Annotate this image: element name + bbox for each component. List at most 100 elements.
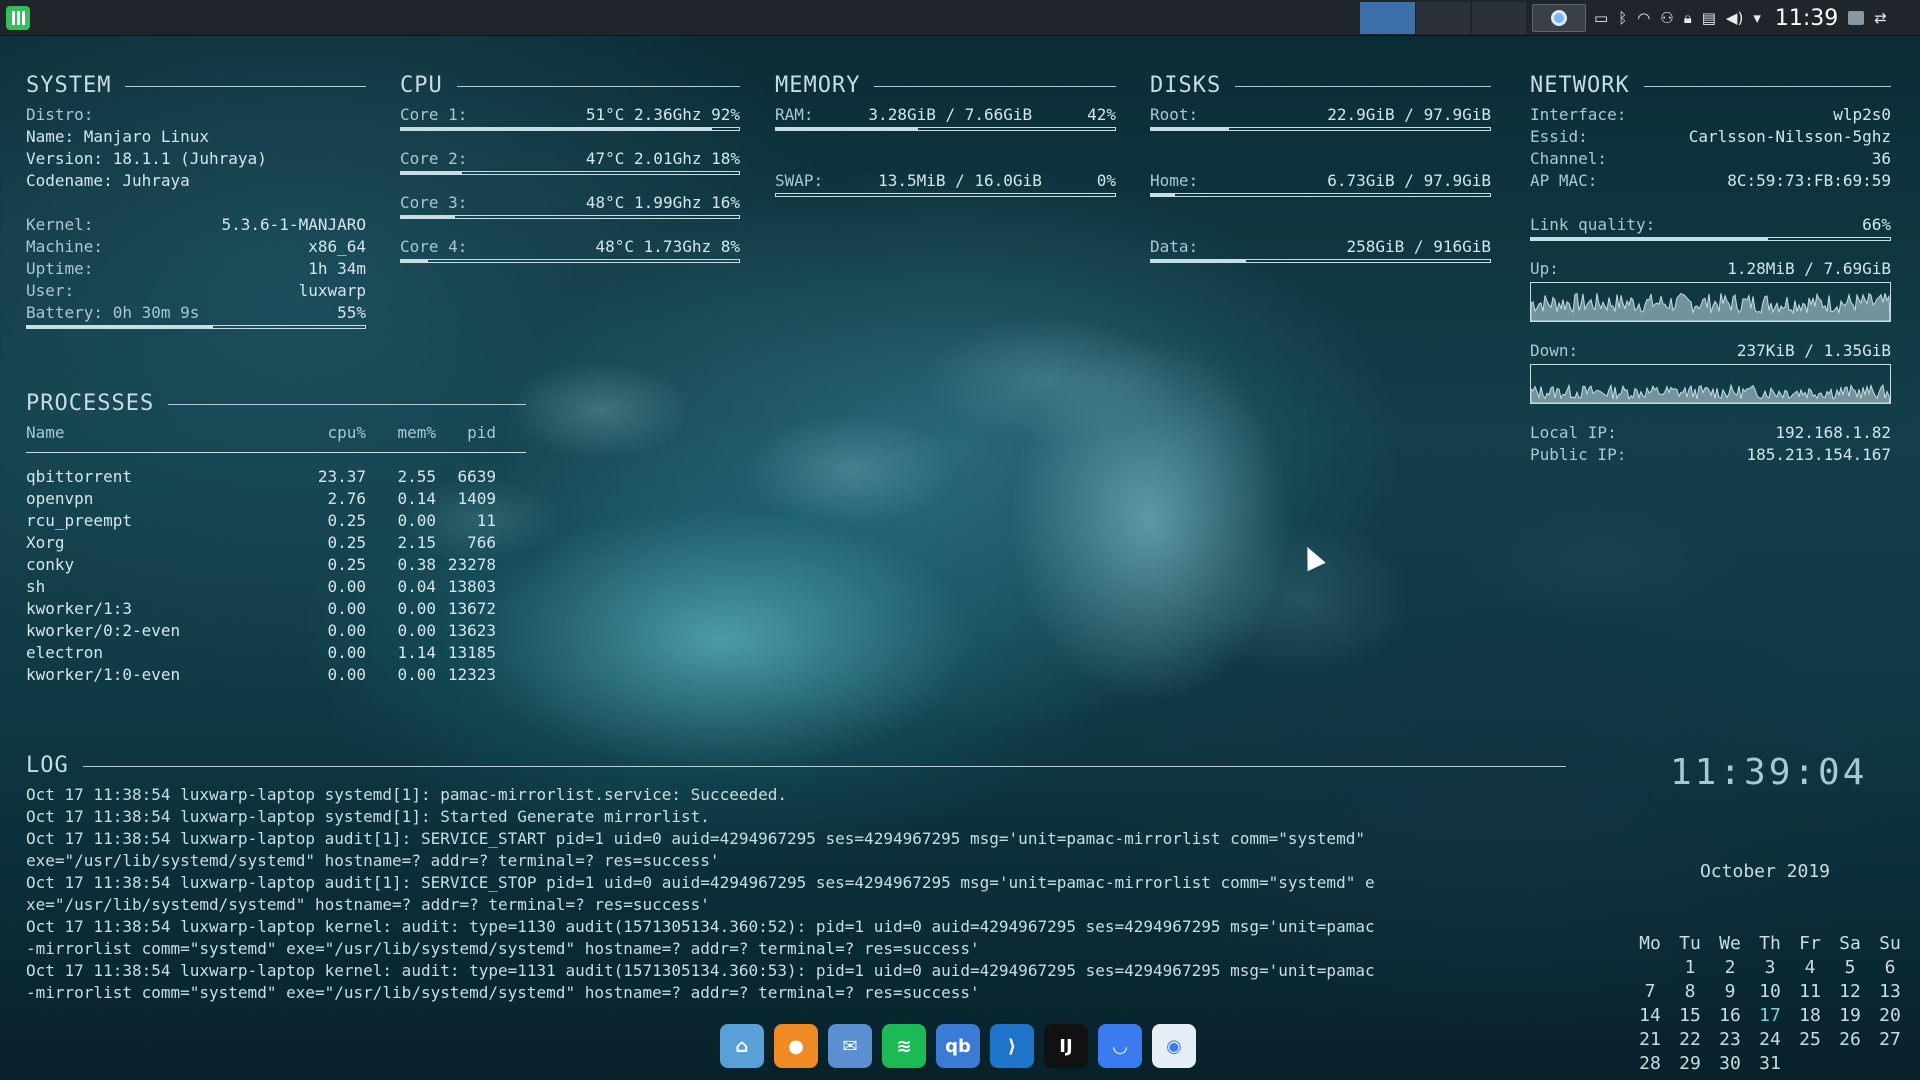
process-name: conky (26, 555, 75, 574)
desktop-2[interactable] (1416, 2, 1472, 34)
link-quality-value: 66% (1862, 215, 1891, 234)
process-row: rcu_preempt 0.25 0.00 11 (26, 510, 526, 532)
disk-bar (1150, 193, 1491, 197)
cpu-core-label: Core 2: (400, 149, 468, 168)
calendar-day: 28 (1639, 1053, 1661, 1074)
calendar-day: 1 (1684, 957, 1696, 978)
log-line: Oct 17 11:38:54 luxwarp-laptop audit[1]:… (26, 829, 1365, 848)
weekday-label: Su (1879, 933, 1901, 954)
section-title: CPU (400, 73, 443, 98)
link-quality-bar (1530, 237, 1891, 241)
calendar-day: 10 (1759, 981, 1781, 1002)
calendar-day: 2 (1724, 957, 1736, 978)
log-line: exe="/usr/lib/systemd/systemd" hostname=… (26, 851, 720, 870)
disk-label: Data: (1150, 237, 1199, 256)
calendar-day: 20 (1879, 1005, 1901, 1026)
expand-icon[interactable]: ▾ (1753, 9, 1761, 27)
process-pid: 13185 (447, 643, 496, 662)
section-title: DISKS (1150, 73, 1222, 98)
process-mem: 0.38 (397, 555, 436, 574)
col-cpu-header: cpu% (327, 423, 366, 442)
process-cpu: 23.37 (317, 467, 366, 486)
process-mem: 0.00 (397, 511, 436, 530)
uptime-label: Uptime: (26, 259, 94, 278)
calendar-day: 26 (1839, 1029, 1861, 1050)
download-value: 237KiB / 1.35GiB (1736, 341, 1891, 360)
disk-label: Root: (1150, 105, 1199, 124)
lock-icon[interactable]: 🔒︎ (1684, 9, 1692, 27)
section-header: CPU (400, 72, 740, 100)
ram-value: 3.28GiB / 7.66GiB (868, 105, 1033, 124)
calendar-day: 18 (1799, 1005, 1821, 1026)
disk-row: Data: 258GiB / 916GiB (1150, 236, 1491, 258)
spotify-icon[interactable]: ≋ (882, 1024, 926, 1068)
app-menu-button[interactable] (6, 6, 30, 30)
conky-clock: 11:39:04 (1670, 752, 1868, 793)
public-ip-label: Public IP: (1530, 445, 1627, 464)
section-header: LOG (26, 752, 1566, 780)
task-button-app[interactable] (1532, 4, 1586, 32)
virtual-desktop-pager[interactable] (1360, 2, 1528, 34)
section-header: NETWORK (1530, 72, 1891, 100)
intellij-icon[interactable]: IJ (1044, 1024, 1088, 1068)
desktop-3[interactable] (1472, 2, 1528, 34)
battery-icon[interactable]: ▭ (1594, 9, 1608, 27)
memory-section: MEMORY RAM: 3.28GiB / 7.66GiB 42% SWAP: 13.… (775, 72, 1116, 214)
col-mem-header: mem% (397, 423, 436, 442)
wifi-icon[interactable]: ◠ (1637, 9, 1650, 27)
cpu-core-value: 48°C 1.99Ghz 16% (585, 193, 740, 212)
calendar-day: 12 (1839, 981, 1861, 1002)
machine-label: Machine: (26, 237, 104, 256)
kernel-label: Kernel: (26, 215, 94, 234)
cpu-core-bar (400, 127, 740, 131)
clipboard-icon[interactable]: ▤ (1702, 9, 1716, 27)
firefox-icon[interactable]: ● (774, 1024, 818, 1068)
pamac-icon[interactable]: ◡ (1098, 1024, 1142, 1068)
settings-toggle-icon[interactable]: ◉ (1152, 1024, 1196, 1068)
panel-clock[interactable]: 11:39 (1775, 6, 1838, 31)
cpu-core-row: Core 4: 48°C 1.73Ghz 8% (400, 236, 740, 258)
swap-percent: 0% (1096, 171, 1116, 190)
calendar-day: 5 (1844, 957, 1856, 978)
process-row: kworker/1:0-even 0.00 0.00 12323 (26, 664, 526, 686)
calendar-grid: Mo Tu We Th Fr Sa Su 1 2 3 4 5 6 7 8 9 10 11 12 13 14 15 16 17 1… (1630, 932, 1910, 1076)
battery-bar (26, 325, 366, 329)
vscode-icon[interactable]: ⟩ (990, 1024, 1034, 1068)
cpu-core-label: Core 4: (400, 237, 468, 256)
dock-app-glyph: ◉ (1166, 1035, 1182, 1057)
calendar-today: 17 (1759, 1005, 1781, 1026)
local-ip-label: Local IP: (1530, 423, 1617, 442)
calendar-day: 7 (1644, 981, 1656, 1002)
process-cpu: 0.00 (327, 599, 366, 618)
process-cpu: 2.76 (327, 489, 366, 508)
cpu-core-bar (400, 171, 740, 175)
cpu-core-value: 51°C 2.36Ghz 92% (585, 105, 740, 124)
swap-value: 13.5MiB / 16.0GiB (878, 171, 1042, 190)
dock-app-glyph: qb (945, 1035, 971, 1057)
home-folder-icon[interactable]: ⌂ (720, 1024, 764, 1068)
thunderbird-icon[interactable]: ✉ (828, 1024, 872, 1068)
ram-label: RAM: (775, 105, 814, 124)
bluetooth-icon[interactable]: ᛒ (1618, 9, 1627, 27)
show-desktop-icon[interactable] (1848, 11, 1865, 25)
panel-settings-icon[interactable]: ⇄ (1874, 9, 1887, 27)
col-name-header: Name (26, 423, 65, 442)
section-header: SYSTEM (26, 72, 366, 100)
section-title: LOG (26, 753, 69, 778)
qbittorrent-icon[interactable]: qb (936, 1024, 980, 1068)
volume-icon[interactable]: ◀︎) (1726, 9, 1743, 27)
calendar-day: 27 (1879, 1029, 1901, 1050)
network-manager-icon[interactable]: ⚇ (1660, 9, 1673, 27)
desktop-1[interactable] (1360, 2, 1416, 34)
section-header: PROCESSES (26, 390, 526, 418)
download-label: Down: (1530, 341, 1579, 360)
channel-label: Channel: (1530, 149, 1608, 168)
process-name: openvpn (26, 489, 94, 508)
calendar-day: 8 (1684, 981, 1696, 1002)
process-pid: 1409 (457, 489, 496, 508)
process-name: sh (26, 577, 46, 596)
section-title: NETWORK (1530, 73, 1630, 98)
user-value: luxwarp (298, 281, 366, 300)
calendar-day: 6 (1884, 957, 1896, 978)
process-row: kworker/0:2-even 0.00 0.00 13623 (26, 620, 526, 642)
